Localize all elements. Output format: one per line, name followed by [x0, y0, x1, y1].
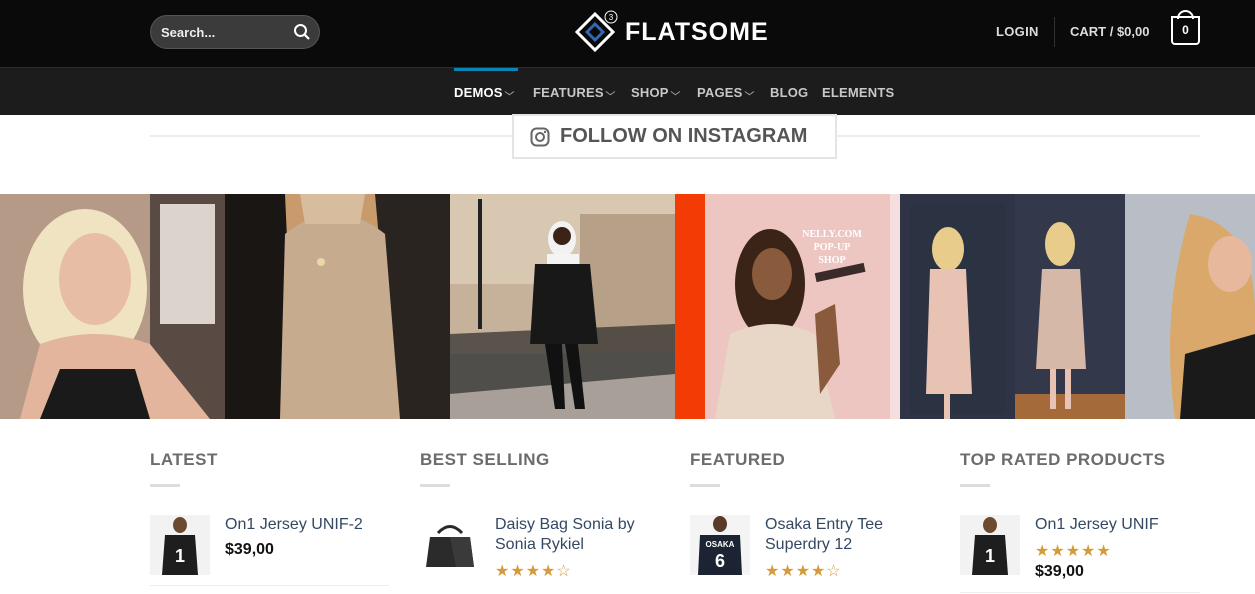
search-box[interactable] — [150, 15, 320, 49]
nav-label: SHOP — [631, 84, 669, 100]
instagram-title: FOLLOW ON INSTAGRAM — [560, 125, 808, 147]
chevron-down-icon: ⌵ — [744, 86, 754, 97]
site-logo[interactable]: 3 FLATSOME — [575, 10, 769, 54]
header-divider — [1054, 17, 1055, 47]
nav-label: PAGES — [697, 84, 743, 100]
title-underline — [420, 484, 450, 487]
search-icon[interactable] — [293, 23, 311, 41]
search-input[interactable] — [161, 25, 281, 40]
product-price: $39,00 — [1035, 563, 1084, 580]
product-item[interactable]: 1 On1 Jersey UNIF ★★★★★ $39,00 — [960, 515, 1205, 581]
nav-item-shop[interactable]: SHOP ⌵ — [631, 68, 681, 116]
instagram-photo[interactable] — [450, 194, 675, 419]
latest-column: LATEST — [150, 450, 390, 487]
nav-label: DEMOS — [454, 84, 503, 100]
product-separator — [150, 585, 389, 586]
nav-label: FEATURES — [533, 84, 604, 100]
star-rating-icon: ★★★★☆ — [495, 563, 572, 580]
svg-text:OSAKA: OSAKA — [706, 540, 735, 549]
nav-label: BLOG — [770, 84, 809, 100]
instagram-photo[interactable] — [900, 194, 1255, 419]
cart-link[interactable]: CART / $0,00 — [1070, 24, 1149, 39]
product-separator — [960, 592, 1200, 593]
product-item[interactable]: OSAKA 6 Osaka Entry Tee Superdry 12 ★★★★☆ — [690, 515, 935, 581]
svg-text:1: 1 — [175, 546, 185, 566]
column-title: LATEST — [150, 450, 218, 469]
chevron-down-icon: ⌵ — [504, 86, 515, 97]
product-thumbnail[interactable]: 1 — [150, 515, 210, 575]
instagram-gallery: NELLY.COM POP-UP SHOP — [0, 194, 1255, 419]
svg-text:1: 1 — [985, 546, 995, 566]
star-rating-icon: ★★★★☆ — [765, 563, 842, 580]
svg-text:6: 6 — [715, 551, 725, 571]
logo-version-badge: 3 — [609, 13, 614, 22]
product-name[interactable]: Daisy Bag Sonia by Sonia Rykiel — [495, 515, 665, 555]
instagram-icon — [530, 127, 550, 146]
title-underline — [150, 484, 180, 487]
nav-label: ELEMENTS — [822, 84, 895, 100]
flatsome-logo-icon: 3 — [575, 10, 618, 53]
chevron-down-icon: ⌵ — [670, 86, 681, 97]
product-thumbnail[interactable] — [420, 515, 480, 575]
nav-item-features[interactable]: FEATURES ⌵ — [533, 68, 616, 116]
nav-item-elements[interactable]: ELEMENTS — [822, 68, 894, 116]
product-name[interactable]: On1 Jersey UNIF-2 — [225, 515, 395, 535]
title-underline — [960, 484, 990, 487]
logo-text: FLATSOME — [625, 17, 769, 46]
product-price: $39,00 — [225, 541, 274, 558]
instagram-photo[interactable]: NELLY.COM POP-UP SHOP — [675, 194, 900, 419]
column-title: BEST SELLING — [420, 450, 550, 469]
instagram-photo[interactable] — [0, 194, 225, 419]
svg-text:POP-UP: POP-UP — [814, 242, 851, 253]
top-rated-column: TOP RATED PRODUCTS — [960, 450, 1200, 487]
star-rating-icon: ★★★★★ — [1035, 543, 1112, 560]
top-header: 3 FLATSOME LOGIN CART / $0,00 0 — [0, 0, 1255, 67]
title-underline — [690, 484, 720, 487]
main-navigation: DEMOS ⌵ FEATURES ⌵ SHOP ⌵ PAGES ⌵ BLOG ELEME… — [0, 67, 1255, 115]
instagram-photo[interactable] — [225, 194, 450, 419]
product-item[interactable]: 1 On1 Jersey UNIF-2 $39,00 — [150, 515, 395, 575]
svg-text:NELLY.COM: NELLY.COM — [802, 229, 862, 240]
nav-item-demos[interactable]: DEMOS ⌵ — [454, 68, 515, 116]
nav-item-pages[interactable]: PAGES ⌵ — [697, 68, 754, 116]
product-thumbnail[interactable]: 1 — [960, 515, 1020, 575]
featured-column: FEATURED — [690, 450, 930, 487]
best-selling-column: BEST SELLING — [420, 450, 660, 487]
instagram-follow-button[interactable]: FOLLOW ON INSTAGRAM — [512, 114, 837, 159]
svg-text:SHOP: SHOP — [818, 255, 845, 266]
nav-item-blog[interactable]: BLOG — [770, 68, 808, 116]
cart-count-icon[interactable]: 0 — [1171, 16, 1200, 45]
column-title: FEATURED — [690, 450, 786, 469]
product-item[interactable]: Daisy Bag Sonia by Sonia Rykiel ★★★★☆ — [420, 515, 665, 581]
product-name[interactable]: On1 Jersey UNIF — [1035, 515, 1205, 535]
product-thumbnail[interactable]: OSAKA 6 — [690, 515, 750, 575]
chevron-down-icon: ⌵ — [605, 86, 616, 97]
product-name[interactable]: Osaka Entry Tee Superdry 12 — [765, 515, 935, 555]
column-title: TOP RATED PRODUCTS — [960, 450, 1166, 469]
login-link[interactable]: LOGIN — [996, 24, 1039, 39]
